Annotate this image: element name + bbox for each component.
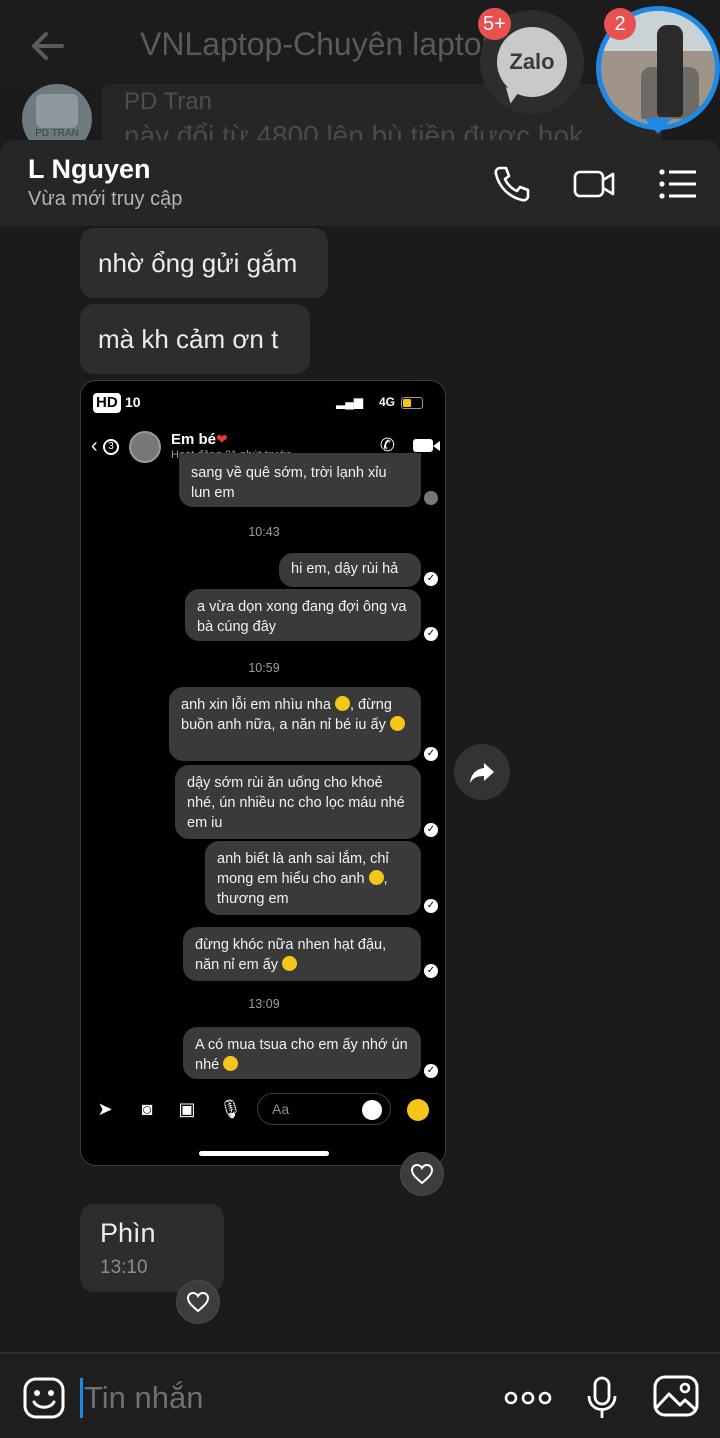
more-options-icon[interactable] bbox=[504, 1384, 552, 1412]
home-indicator bbox=[199, 1151, 329, 1156]
contact-name[interactable]: L Nguyen bbox=[28, 154, 151, 185]
message-text: nhờ ổng gửi gắm bbox=[98, 247, 298, 278]
screenshot-timestamp: 10:43 bbox=[248, 525, 280, 539]
chat-head-pointer bbox=[644, 118, 672, 134]
heart-outline-icon bbox=[410, 1163, 434, 1185]
video-call-icon[interactable] bbox=[572, 162, 616, 206]
screenshot-bubble: hi em, dậy rùi hả bbox=[279, 553, 421, 587]
heart-outline-icon bbox=[186, 1291, 210, 1313]
forward-arrow-icon bbox=[470, 763, 494, 783]
microphone-icon: 🎙 bbox=[219, 1099, 242, 1119]
read-check-icon: ✓ bbox=[424, 899, 438, 913]
microphone-icon[interactable] bbox=[586, 1376, 618, 1420]
text-cursor bbox=[80, 1378, 83, 1418]
emoji-icon bbox=[223, 1056, 239, 1071]
sticker-emoji-icon[interactable] bbox=[22, 1376, 66, 1420]
image-message-screenshot[interactable]: HD 10 ▂▄▆ 4G ‹ 3 Em bé❤ Hoạt động 21 phú… bbox=[80, 380, 446, 1166]
background-sender-name: PD Tran bbox=[124, 88, 213, 115]
message-time: 13:10 bbox=[100, 1256, 148, 1278]
input-placeholder: Aa bbox=[272, 1101, 290, 1117]
message-text: Phìn bbox=[100, 1217, 156, 1248]
screenshot-contact-name: Em bé❤ bbox=[171, 431, 228, 448]
video-icon bbox=[413, 439, 440, 452]
camera-icon bbox=[36, 94, 78, 128]
screenshot-bubble: dậy sớm rùi ăn uống cho khoẻ nhé, ún nhi… bbox=[175, 765, 421, 839]
status-time: 10 bbox=[125, 394, 141, 410]
back-arrow-icon[interactable] bbox=[26, 24, 70, 68]
seen-avatar bbox=[424, 491, 438, 505]
back-count: 3 bbox=[103, 439, 119, 455]
emoji-icon bbox=[368, 870, 384, 885]
emoji-icon bbox=[282, 956, 298, 971]
read-check-icon: ✓ bbox=[424, 627, 438, 641]
battery-icon bbox=[401, 397, 423, 409]
screenshot-timestamp: 13:09 bbox=[248, 997, 280, 1011]
emoji-icon bbox=[389, 716, 405, 731]
network-label: 4G bbox=[378, 395, 395, 409]
screenshot-timestamp: 10:59 bbox=[248, 661, 280, 675]
menu-icon[interactable] bbox=[656, 162, 700, 206]
message-bubble[interactable]: mà kh cảm ơn t bbox=[80, 304, 310, 374]
message-input-bar: Tin nhắn bbox=[0, 1352, 720, 1438]
screenshot-bubble: anh xin lỗi em nhìu nha , đừng buồn anh … bbox=[169, 687, 421, 761]
read-check-icon: ✓ bbox=[424, 747, 438, 761]
smiley-icon bbox=[362, 1100, 382, 1120]
screenshot-bubble: sang về quê sớm, trời lạnh xỉu lun em bbox=[179, 453, 421, 507]
message-bubble[interactable]: Phìn 13:10 bbox=[80, 1204, 224, 1292]
phone-status-bar: HD 10 ▂▄▆ 4G bbox=[93, 393, 433, 417]
screenshot-composer: ➤ ◙ ▣ 🎙 Aa bbox=[81, 1089, 445, 1129]
message-input[interactable]: Tin nhắn bbox=[84, 1380, 204, 1416]
emoji-icon bbox=[334, 696, 350, 711]
react-heart-button[interactable] bbox=[176, 1280, 220, 1324]
screenshot-input: Aa bbox=[257, 1093, 391, 1125]
hd-badge: HD bbox=[93, 393, 121, 413]
message-text: mà kh cảm ơn t bbox=[98, 323, 279, 354]
screenshot-bubble: anh biết là anh sai lắm, chỉ mong em hiể… bbox=[205, 841, 421, 915]
gallery-icon: ▣ bbox=[178, 1099, 196, 1119]
image-gallery-icon[interactable] bbox=[652, 1374, 700, 1418]
heart-icon: ❤ bbox=[216, 431, 228, 447]
signal-icon: ▂▄▆ bbox=[336, 395, 363, 409]
avatar bbox=[129, 431, 161, 463]
person-unread-badge: 2 bbox=[604, 8, 636, 40]
screenshot-bubble: đừng khóc nữa nhen hạt đậu, năn nỉ em ấy bbox=[183, 927, 421, 981]
read-check-icon: ✓ bbox=[424, 572, 438, 586]
location-arrow-icon: ➤ bbox=[97, 1099, 113, 1119]
message-bubble[interactable]: nhờ ổng gửi gắm bbox=[80, 228, 328, 298]
share-forward-button[interactable] bbox=[454, 744, 510, 800]
chevron-left-icon: ‹ bbox=[91, 435, 98, 457]
phone-call-icon[interactable] bbox=[490, 162, 534, 206]
screenshot-bubble: a vừa dọn xong đang đợi ông va bà cúng đ… bbox=[185, 589, 421, 641]
chat-header: L Nguyen Vừa mới truy cập bbox=[0, 140, 720, 226]
kiss-emoji-icon bbox=[407, 1099, 429, 1121]
read-check-icon: ✓ bbox=[424, 1064, 438, 1078]
camera-icon: ◙ bbox=[141, 1099, 153, 1119]
read-check-icon: ✓ bbox=[424, 964, 438, 978]
contact-status: Vừa mới truy cập bbox=[28, 188, 183, 210]
background-message-text: này đổi từ 4800 lên bù tiền được hok bbox=[124, 120, 584, 140]
react-heart-button[interactable] bbox=[400, 1152, 444, 1196]
zalo-logo-icon: Zalo bbox=[497, 27, 567, 97]
avatar-label: PD TRAN bbox=[35, 128, 79, 139]
screenshot-bubble: A có mua tsua cho em ấy nhớ ún nhé bbox=[183, 1027, 421, 1079]
read-check-icon: ✓ bbox=[424, 823, 438, 837]
zalo-unread-badge: 5+ bbox=[478, 8, 511, 40]
